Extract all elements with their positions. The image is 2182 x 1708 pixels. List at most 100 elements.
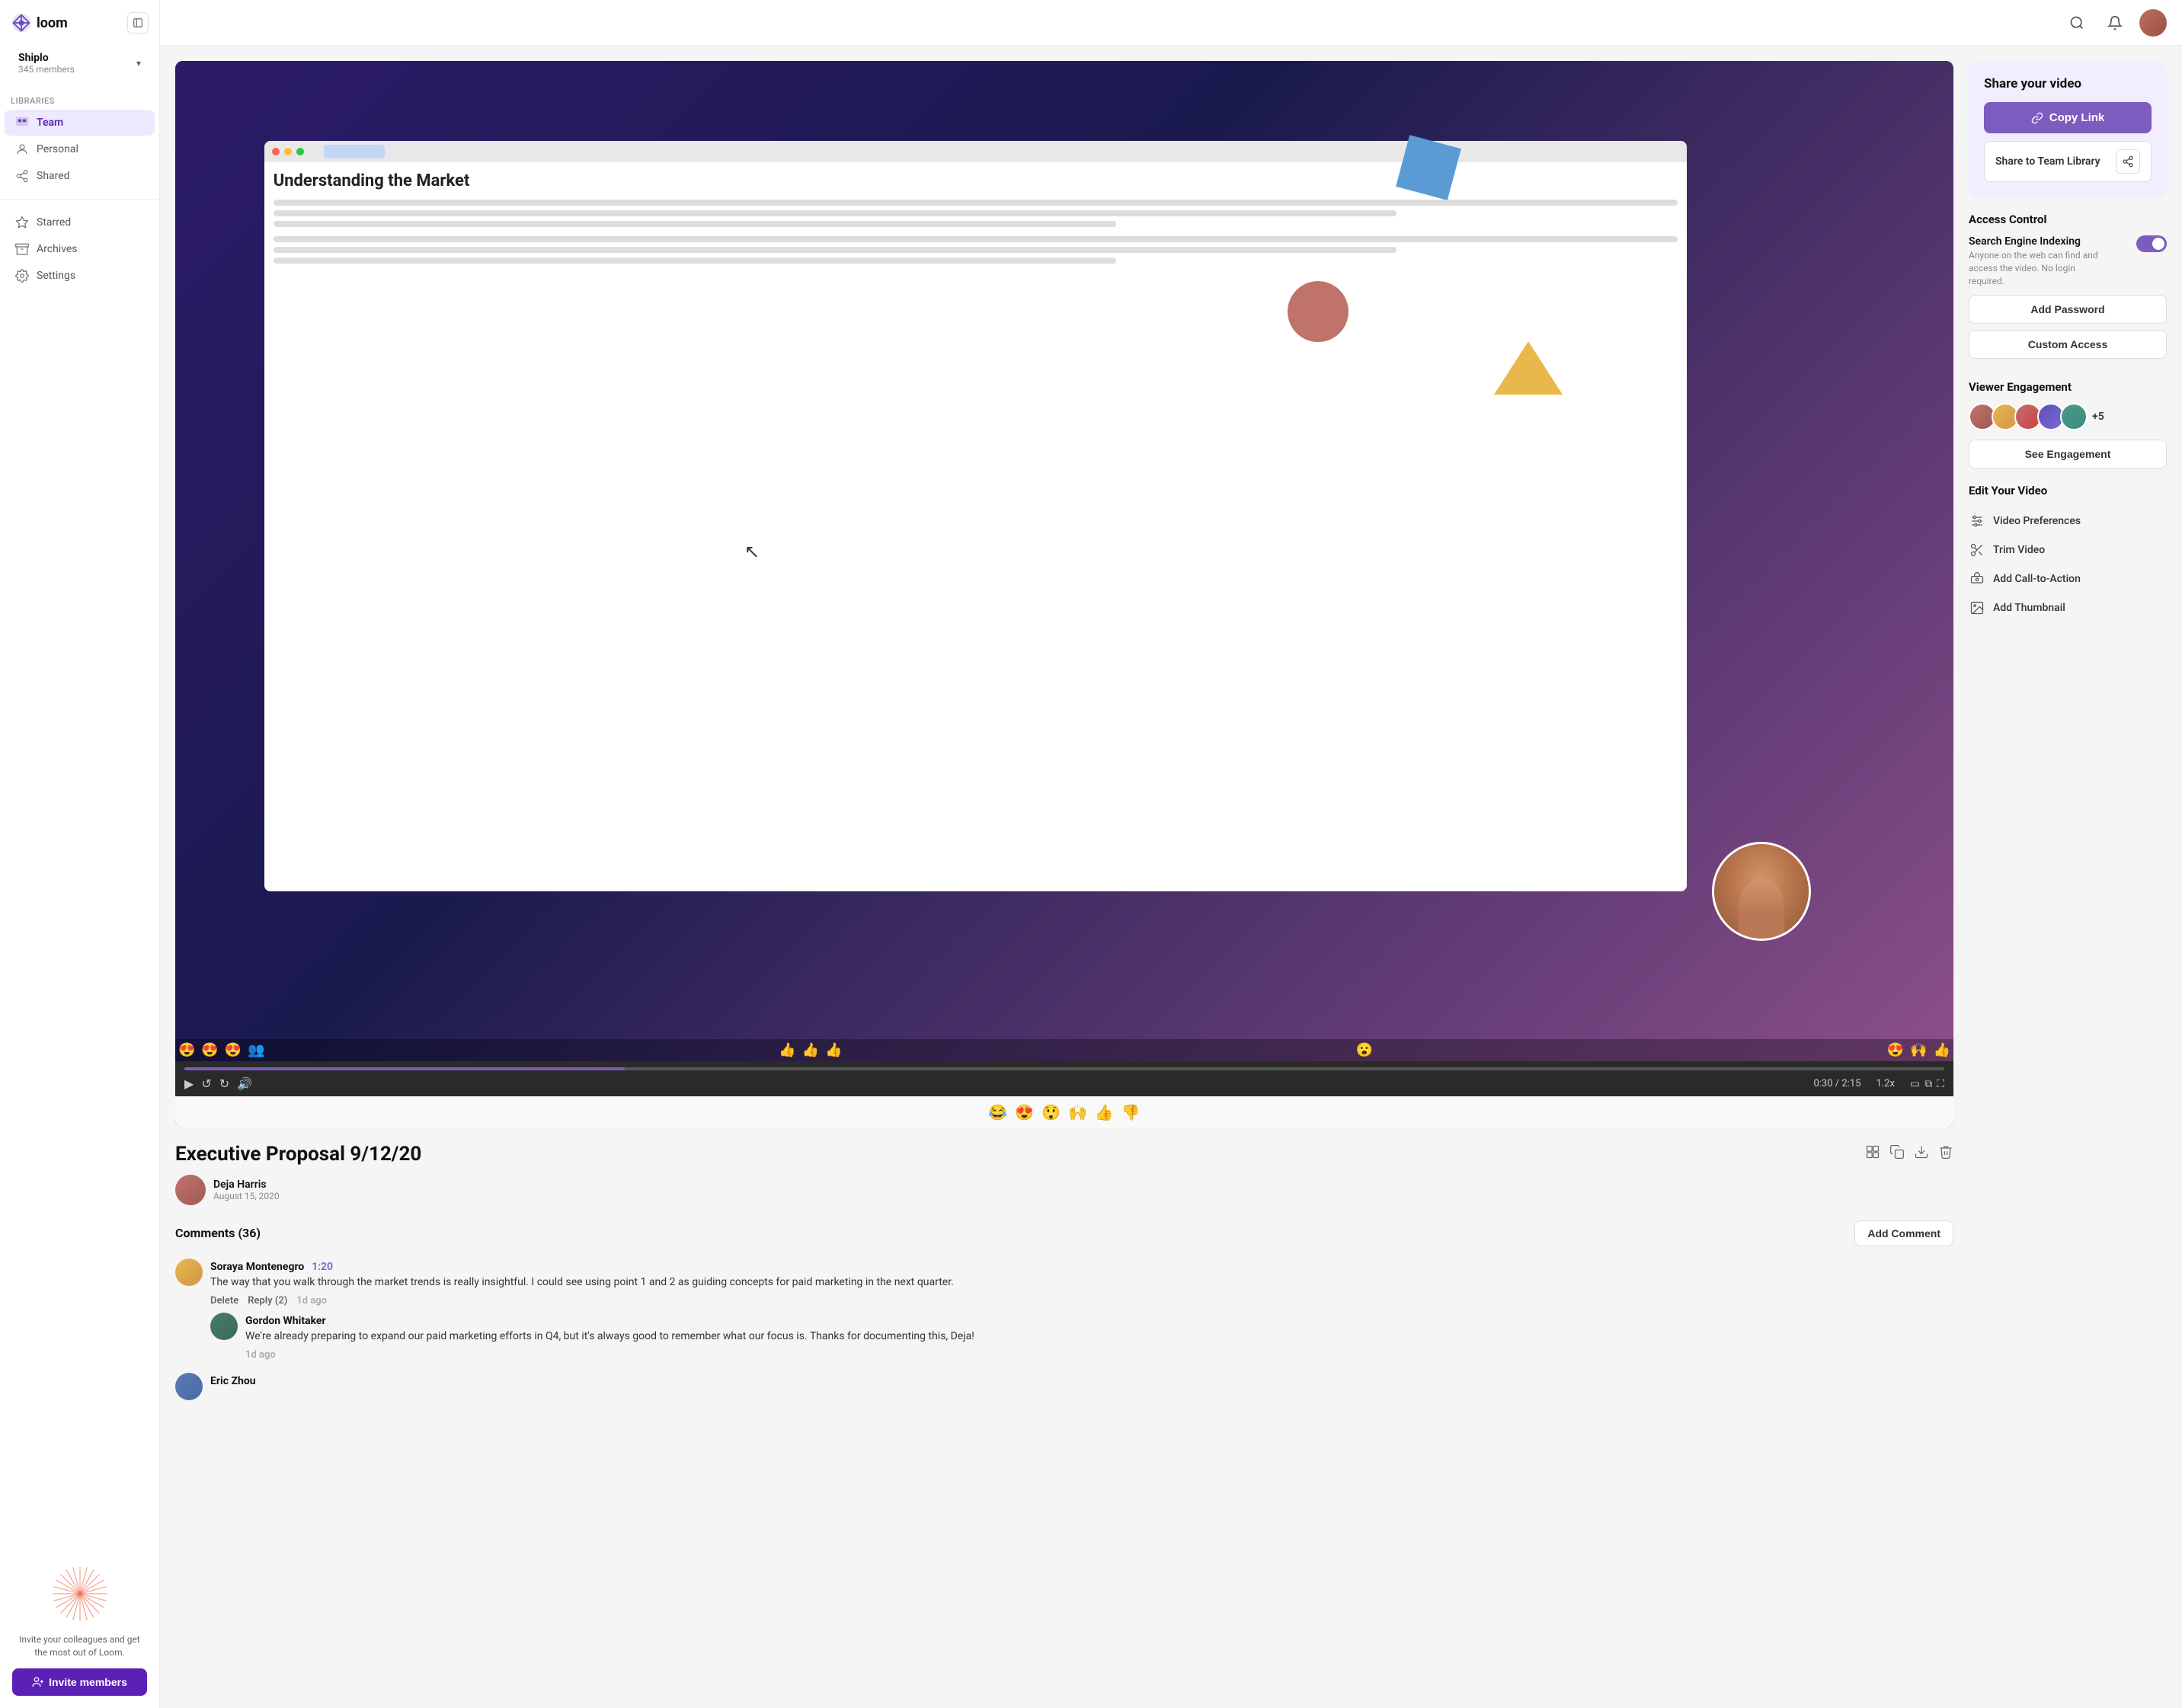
sidebar-personal-label: Personal	[37, 143, 78, 155]
view-btn-fullscreen[interactable]: ⛶	[1937, 1078, 1944, 1090]
presenter-face	[1714, 844, 1809, 939]
shape-circle	[1288, 281, 1349, 342]
emoji-fire: 😍	[178, 1042, 195, 1058]
search-engine-toggle[interactable]	[2136, 235, 2167, 252]
view-btn-pip[interactable]: ⧉	[1924, 1078, 1932, 1090]
add-password-button[interactable]: Add Password	[1969, 295, 2167, 324]
mockup-line-3	[274, 221, 1116, 227]
emoji-raise: 🙌	[1910, 1042, 1927, 1058]
sidebar-starred-label: Starred	[37, 216, 71, 229]
volume-button[interactable]: 🔊	[237, 1076, 252, 1092]
mockup-line-6	[274, 257, 1116, 264]
workspace-name: Shiplo	[18, 52, 75, 64]
reaction-thumbsup[interactable]: 👍	[1095, 1103, 1114, 1121]
edit-item-trim[interactable]: Trim Video	[1969, 536, 2167, 565]
share-icon-button[interactable]	[2116, 149, 2140, 174]
notifications-button[interactable]	[2101, 9, 2129, 37]
comment-ago-1: 1d ago	[296, 1295, 327, 1307]
workspace-chevron-icon: ▾	[136, 58, 141, 69]
sidebar-item-starred[interactable]: Starred	[5, 210, 155, 235]
share-card: Share your video Copy Link Share to Team…	[1969, 61, 2167, 197]
emoji-heart2: 😍	[1887, 1042, 1904, 1058]
sidebar-item-settings[interactable]: Settings	[5, 263, 155, 289]
playback-speed[interactable]: 1.2x	[1876, 1078, 1895, 1089]
copy-video-button[interactable]	[1889, 1144, 1905, 1163]
reaction-heart-eyes[interactable]: 😍	[1015, 1103, 1034, 1121]
reaction-laugh[interactable]: 😂	[988, 1103, 1007, 1121]
emoji-surprise: 😮	[1356, 1042, 1373, 1058]
edit-item-cta[interactable]: Add Call-to-Action	[1969, 565, 2167, 593]
reaction-raised-hands[interactable]: 🙌	[1068, 1103, 1087, 1121]
comment-time-link-1[interactable]: 1:20	[312, 1261, 333, 1273]
sidebar-item-personal[interactable]: Personal	[5, 136, 155, 162]
shape-triangle	[1494, 341, 1563, 395]
invite-members-button[interactable]: Invite members	[12, 1668, 147, 1696]
add-comment-button[interactable]: Add Comment	[1854, 1220, 1953, 1246]
sidebar-item-shared[interactable]: Shared	[5, 163, 155, 189]
video-title: Executive Proposal 9/12/20	[175, 1143, 421, 1166]
rewind-button[interactable]: ↺	[201, 1076, 211, 1092]
team-library-row[interactable]: Share to Team Library	[1984, 141, 2152, 182]
yellow-triangle	[1494, 341, 1563, 395]
comments-header: Comments (36) Add Comment	[175, 1220, 1953, 1246]
dot-yellow	[284, 148, 292, 155]
video-controls: ▶ ↺ ↻ 🔊 0:30 / 2:15 1.2x ▭ ⧉	[184, 1076, 1944, 1092]
access-control-section: Access Control Search Engine Indexing An…	[1969, 213, 2167, 365]
scissors-icon	[1969, 542, 1985, 558]
comment-text-2: We're already preparing to expand our pa…	[245, 1329, 974, 1345]
sidebar: loom Shiplo 345 members ▾ Libraries	[0, 0, 160, 1708]
time-display: 0:30 / 2:15	[1813, 1078, 1860, 1089]
comment-avatar-gordon	[210, 1313, 238, 1340]
star-icon	[15, 216, 29, 229]
mockup-line-5	[274, 247, 1397, 253]
workspace-selector[interactable]: Shiplo 345 members ▾	[11, 46, 149, 81]
forward-button[interactable]: ↻	[219, 1076, 229, 1092]
thumbnail-icon	[1969, 600, 1985, 616]
mockup-line-1	[274, 200, 1678, 206]
comments-title: Comments (36)	[175, 1226, 261, 1240]
engagement-avatars: +5	[1969, 403, 2167, 430]
author-info: Deja Harris August 15, 2020	[213, 1179, 280, 1201]
collapse-sidebar-button[interactable]	[127, 12, 149, 34]
custom-access-button[interactable]: Custom Access	[1969, 330, 2167, 359]
red-circle	[1288, 281, 1349, 342]
search-button[interactable]	[2063, 9, 2091, 37]
comment-actions-1: Delete Reply (2) 1d ago	[210, 1295, 954, 1307]
search-engine-label: Search Engine Indexing	[1969, 235, 2106, 248]
video-thumbnail: Understanding the Market	[175, 61, 1953, 1061]
sidebar-item-archives[interactable]: Archives	[5, 236, 155, 262]
progress-bar-track[interactable]	[184, 1067, 1944, 1070]
edit-item-thumbnail[interactable]: Add Thumbnail	[1969, 593, 2167, 622]
comment-body-2: Gordon Whitaker We're already preparing …	[245, 1313, 974, 1361]
blue-square	[1397, 135, 1462, 200]
video-section: Understanding the Market	[175, 61, 1953, 1693]
comment-item-reply: Gordon Whitaker We're already preparing …	[210, 1313, 1953, 1361]
video-content-mockup: Understanding the Market	[264, 141, 1687, 891]
sidebar-settings-label: Settings	[37, 270, 75, 282]
view-btn-rect[interactable]: ▭	[1910, 1078, 1920, 1090]
reaction-wow[interactable]: 😲	[1041, 1103, 1061, 1121]
comment-body-1: Soraya Montenegro 1:20 The way that you …	[210, 1259, 954, 1307]
invite-button-label: Invite members	[49, 1676, 127, 1688]
access-info: Search Engine Indexing Anyone on the web…	[1969, 235, 2106, 287]
copy-link-button[interactable]: Copy Link	[1984, 102, 2152, 133]
reply-comment-1[interactable]: Reply (2)	[248, 1295, 287, 1307]
share-title: Share your video	[1984, 76, 2152, 91]
engagement-section: Viewer Engagement +5 See Engagement	[1969, 380, 2167, 469]
dot-red	[272, 148, 280, 155]
sidebar-item-team[interactable]: Team	[5, 110, 155, 136]
see-engagement-button[interactable]: See Engagement	[1969, 440, 2167, 469]
delete-comment-1[interactable]: Delete	[210, 1295, 238, 1307]
user-avatar[interactable]	[2139, 9, 2167, 37]
header-bar	[160, 0, 2182, 46]
delete-video-button[interactable]	[1938, 1144, 1953, 1163]
play-button[interactable]: ▶	[184, 1076, 194, 1092]
eng-avatar-5	[2060, 403, 2088, 430]
move-video-button[interactable]	[1865, 1144, 1880, 1163]
reaction-thumbsdown[interactable]: 👎	[1121, 1103, 1141, 1121]
progress-bar-fill	[184, 1067, 625, 1070]
comment-body-3: Eric Zhou	[210, 1373, 256, 1400]
secondary-nav: Starred Archives Settings	[0, 209, 159, 289]
edit-item-preferences[interactable]: Video Preferences	[1969, 507, 2167, 536]
download-video-button[interactable]	[1914, 1144, 1929, 1163]
